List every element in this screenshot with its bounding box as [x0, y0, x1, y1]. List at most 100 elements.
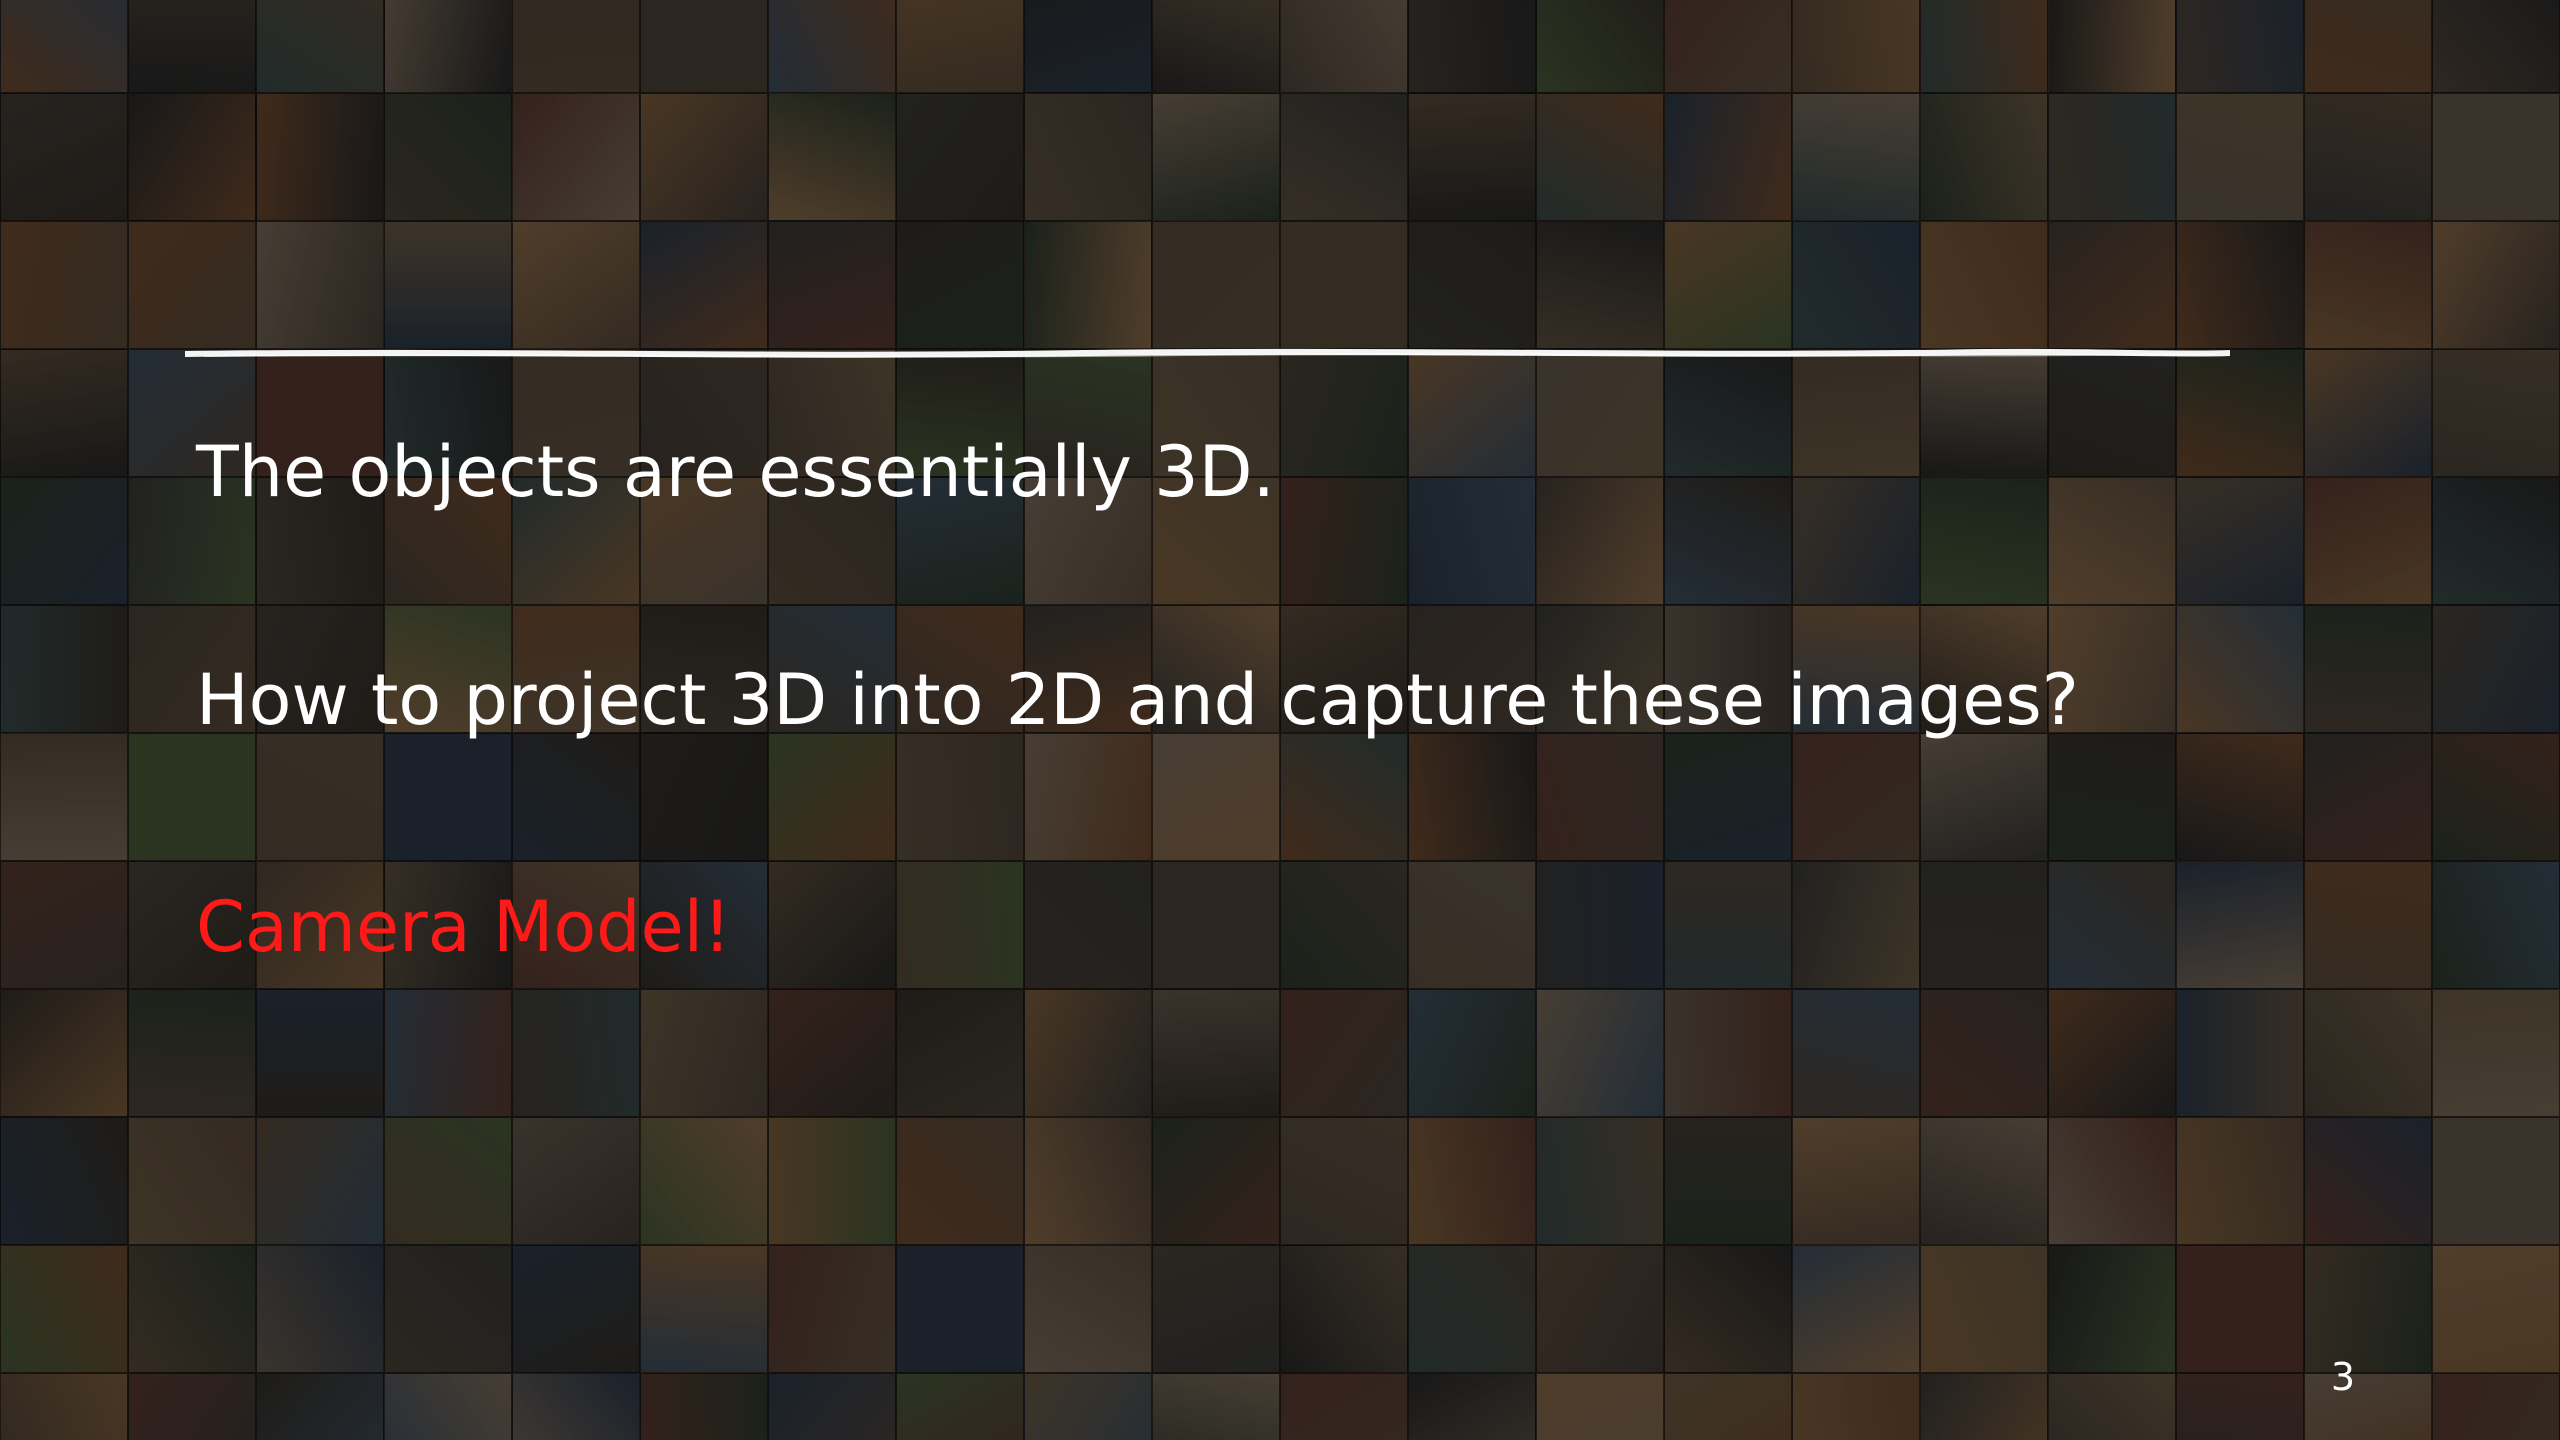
thumbnail-tile — [1792, 477, 1920, 605]
thumbnail-tile — [512, 989, 640, 1117]
answer-highlight-text: Camera Model! — [196, 886, 732, 968]
thumbnail-tile — [2176, 733, 2304, 861]
thumbnail-tile — [640, 1373, 768, 1440]
thumbnail-tile — [768, 93, 896, 221]
thumbnail-tile — [1408, 989, 1536, 1117]
thumbnail-tile — [1408, 221, 1536, 349]
thumbnail-tile — [1408, 1117, 1536, 1245]
thumbnail-tile — [768, 1245, 896, 1373]
thumbnail-tile — [256, 0, 384, 93]
thumbnail-tile — [512, 733, 640, 861]
thumbnail-tile — [1664, 861, 1792, 989]
thumbnail-tile — [2176, 349, 2304, 477]
thumbnail-tile — [896, 0, 1024, 93]
thumbnail-tile — [640, 221, 768, 349]
thumbnail-tile — [1920, 1245, 2048, 1373]
thumbnail-tile — [256, 221, 384, 349]
thumbnail-tile — [2432, 1373, 2560, 1440]
thumbnail-tile — [1792, 733, 1920, 861]
thumbnail-tile — [2304, 733, 2432, 861]
thumbnail-tile — [1152, 989, 1280, 1117]
thumbnail-tile — [640, 1117, 768, 1245]
thumbnail-tile — [256, 733, 384, 861]
thumbnail-tile — [1664, 221, 1792, 349]
thumbnail-tile — [128, 221, 256, 349]
thumbnail-tile — [0, 733, 128, 861]
thumbnail-tile — [2432, 477, 2560, 605]
thumbnail-tile — [1920, 861, 2048, 989]
thumbnail-tile — [1536, 349, 1664, 477]
thumbnail-tile — [1792, 1245, 1920, 1373]
thumbnail-tile — [2432, 1117, 2560, 1245]
thumbnail-tile — [1664, 989, 1792, 1117]
thumbnail-tile — [0, 477, 128, 605]
thumbnail-tile — [1920, 477, 2048, 605]
thumbnail-tile — [2304, 477, 2432, 605]
thumbnail-tile — [2048, 477, 2176, 605]
thumbnail-tile — [1792, 989, 1920, 1117]
thumbnail-tile — [2048, 0, 2176, 93]
thumbnail-tile — [896, 733, 1024, 861]
thumbnail-tile — [128, 1245, 256, 1373]
thumbnail-tile — [1920, 733, 2048, 861]
thumbnail-tile — [1152, 733, 1280, 861]
thumbnail-tile — [1408, 861, 1536, 989]
question-text: How to project 3D into 2D and capture th… — [196, 659, 2079, 741]
thumbnail-tile — [128, 0, 256, 93]
thumbnail-tile — [384, 989, 512, 1117]
thumbnail-tile — [1280, 861, 1408, 989]
thumbnail-tile — [2304, 221, 2432, 349]
thumbnail-tile — [1408, 477, 1536, 605]
thumbnail-tile — [2176, 221, 2304, 349]
thumbnail-tile — [2432, 861, 2560, 989]
thumbnail-tile — [1408, 1245, 1536, 1373]
thumbnail-tile — [2176, 477, 2304, 605]
thumbnail-tile — [1920, 989, 2048, 1117]
thumbnail-tile — [0, 221, 128, 349]
thumbnail-tile — [640, 93, 768, 221]
thumbnail-tile — [1792, 1117, 1920, 1245]
thumbnail-tile — [1792, 349, 1920, 477]
thumbnail-tile — [1152, 1373, 1280, 1440]
thumbnail-tile — [1408, 93, 1536, 221]
thumbnail-tile — [0, 861, 128, 989]
thumbnail-tile — [2176, 989, 2304, 1117]
thumbnail-tile — [0, 1373, 128, 1440]
thumbnail-tile — [768, 861, 896, 989]
thumbnail-tile — [1920, 221, 2048, 349]
thumbnail-tile — [768, 989, 896, 1117]
thumbnail-tile — [1536, 93, 1664, 221]
thumbnail-tile — [2176, 0, 2304, 93]
thumbnail-tile — [2304, 989, 2432, 1117]
thumbnail-tile — [2432, 989, 2560, 1117]
thumbnail-tile — [1280, 477, 1408, 605]
thumbnail-tile — [384, 1245, 512, 1373]
thumbnail-tile — [896, 221, 1024, 349]
thumbnail-tile — [2304, 349, 2432, 477]
thumbnail-tile — [1280, 733, 1408, 861]
thumbnail-tile — [1024, 1117, 1152, 1245]
thumbnail-tile — [1792, 221, 1920, 349]
thumbnail-tile — [2304, 861, 2432, 989]
thumbnail-tile — [896, 1117, 1024, 1245]
thumbnail-tile — [2432, 733, 2560, 861]
thumbnail-tile — [384, 1117, 512, 1245]
thumbnail-tile — [768, 1373, 896, 1440]
thumbnail-tile — [2304, 93, 2432, 221]
thumbnail-tile — [1152, 93, 1280, 221]
thumbnail-tile — [1280, 989, 1408, 1117]
thumbnail-tile — [2048, 1117, 2176, 1245]
thumbnail-tile — [2048, 733, 2176, 861]
thumbnail-tile — [1792, 861, 1920, 989]
thumbnail-tile — [0, 989, 128, 1117]
thumbnail-tile — [1536, 0, 1664, 93]
thumbnail-tile — [1280, 0, 1408, 93]
thumbnail-tile — [1536, 1245, 1664, 1373]
thumbnail-tile — [2048, 349, 2176, 477]
thumbnail-tile — [768, 0, 896, 93]
thumbnail-tile — [1024, 1245, 1152, 1373]
thumbnail-tile — [2176, 1373, 2304, 1440]
thumbnail-tile — [2176, 93, 2304, 221]
thumbnail-tile — [640, 1245, 768, 1373]
thumbnail-tile — [768, 1117, 896, 1245]
